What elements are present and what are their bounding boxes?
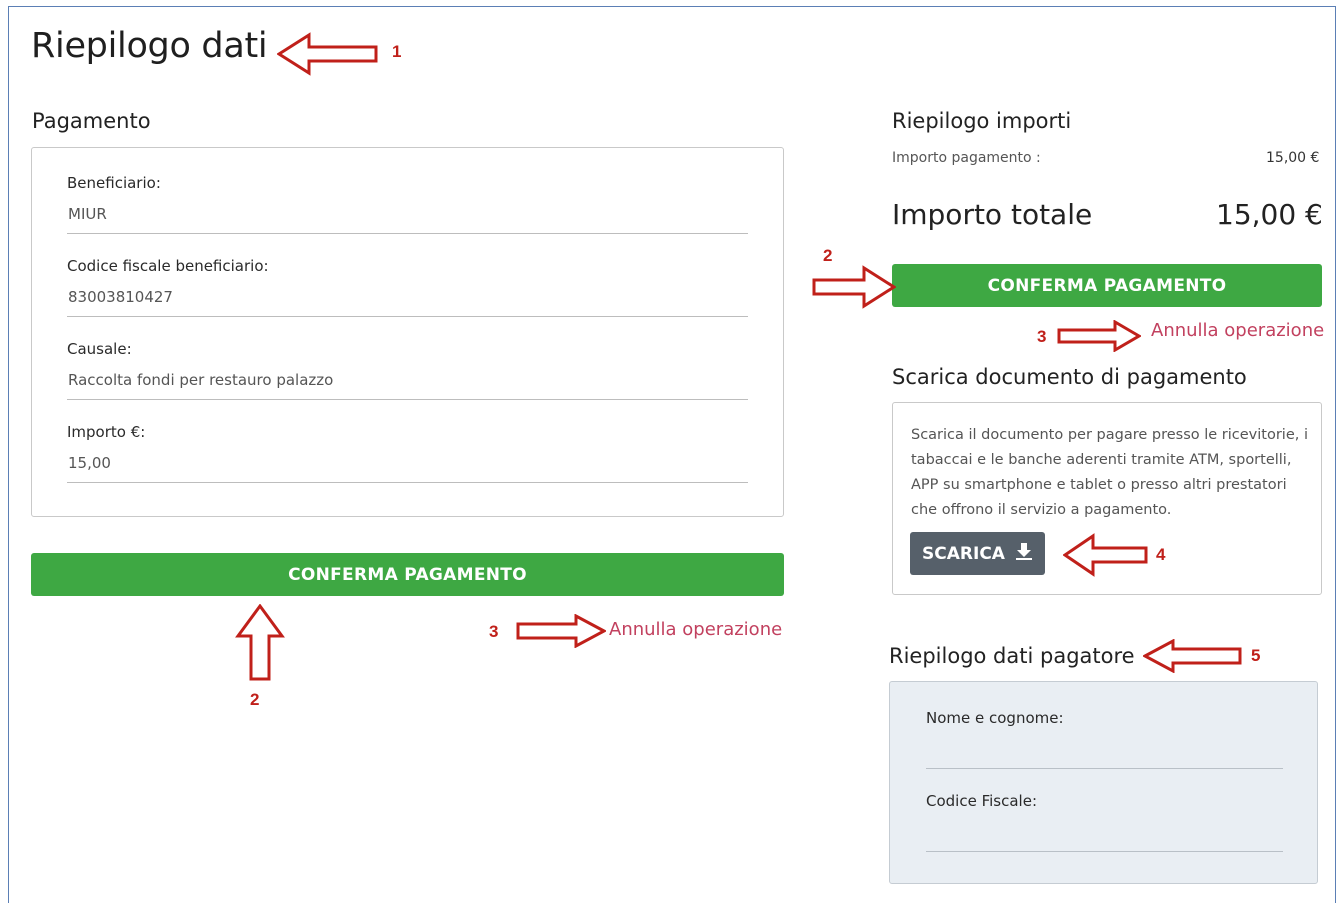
download-icon bbox=[1015, 542, 1033, 565]
reason-label: Causale: bbox=[67, 340, 132, 358]
download-description: Scarica il documento per pagare presso l… bbox=[911, 427, 1308, 518]
annotation-number-1: 1 bbox=[392, 42, 402, 61]
payer-tax-code-label: Codice Fiscale: bbox=[926, 792, 1037, 810]
payment-details-card: Beneficiario: MIUR Codice fiscale benefi… bbox=[31, 147, 784, 517]
annotation-arrow-left-icon bbox=[1143, 639, 1242, 673]
annotation-number-2: 2 bbox=[250, 690, 260, 709]
beneficiary-value: MIUR bbox=[68, 205, 107, 223]
annotation-arrow-right-icon bbox=[812, 265, 896, 309]
annotation-number-4: 4 bbox=[1156, 545, 1166, 564]
beneficiary-tax-code-value: 83003810427 bbox=[68, 288, 173, 306]
annotation-number-2: 2 bbox=[823, 246, 833, 265]
annotation-arrow-left-icon bbox=[277, 32, 378, 76]
amount-value: 15,00 bbox=[68, 454, 111, 472]
beneficiary-tax-code-label: Codice fiscale beneficiario: bbox=[67, 257, 269, 275]
confirm-payment-button-summary[interactable]: CONFERMA PAGAMENTO bbox=[892, 264, 1322, 307]
cancel-operation-link-summary[interactable]: Annulla operazione bbox=[1151, 320, 1324, 341]
field-divider bbox=[926, 851, 1283, 852]
amount-label: Importo €: bbox=[67, 423, 146, 441]
payer-details-card: Nome e cognome: Codice Fiscale: bbox=[889, 681, 1318, 884]
payer-name-label: Nome e cognome: bbox=[926, 709, 1064, 727]
confirm-payment-button[interactable]: CONFERMA PAGAMENTO bbox=[31, 553, 784, 596]
annotation-arrow-right-icon bbox=[516, 614, 606, 648]
beneficiary-label: Beneficiario: bbox=[67, 174, 161, 192]
download-section-title: Scarica documento di pagamento bbox=[892, 365, 1247, 389]
download-button[interactable]: SCARICA bbox=[910, 532, 1045, 575]
amount-summary-title: Riepilogo importi bbox=[892, 109, 1072, 133]
payer-summary-title: Riepilogo dati pagatore bbox=[889, 644, 1135, 668]
payment-amount-label: Importo pagamento : bbox=[892, 150, 1041, 166]
field-divider bbox=[67, 233, 748, 234]
total-amount-value: 15,00 € bbox=[1216, 198, 1323, 231]
field-divider bbox=[67, 482, 748, 483]
field-divider bbox=[926, 768, 1283, 769]
annotation-number-5: 5 bbox=[1251, 646, 1261, 665]
annotation-number-3: 3 bbox=[489, 622, 499, 641]
payment-amount-value: 15,00 € bbox=[1266, 150, 1320, 166]
annotation-arrow-left-icon bbox=[1063, 533, 1148, 577]
total-amount-label: Importo totale bbox=[892, 198, 1093, 231]
payment-section-title: Pagamento bbox=[32, 109, 151, 133]
reason-value: Raccolta fondi per restauro palazzo bbox=[68, 371, 334, 389]
field-divider bbox=[67, 316, 748, 317]
annotation-number-3: 3 bbox=[1037, 327, 1047, 346]
annotation-arrow-right-icon bbox=[1057, 320, 1141, 352]
page-title: Riepilogo dati bbox=[31, 26, 268, 66]
download-button-label: SCARICA bbox=[922, 543, 1005, 564]
annotation-arrow-up-icon bbox=[235, 604, 285, 681]
field-divider bbox=[67, 399, 748, 400]
cancel-operation-link[interactable]: Annulla operazione bbox=[609, 619, 782, 640]
